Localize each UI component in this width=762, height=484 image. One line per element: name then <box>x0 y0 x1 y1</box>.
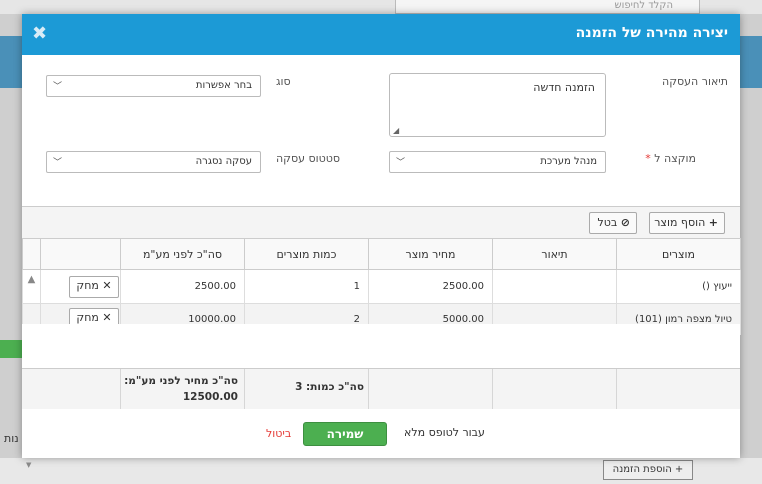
delete-row-label: מחק <box>76 278 99 292</box>
scroll-header-cell <box>22 238 41 270</box>
background-search-placeholder: הקלד לחיפוש <box>614 0 673 11</box>
deal-status-value: עסקה נסגרה <box>195 156 252 167</box>
chevron-down-icon: ﹀ <box>396 158 406 168</box>
delete-row-button[interactable]: ✕ מחק <box>69 275 119 298</box>
deal-status-label: סטטוס עסקה <box>276 152 341 165</box>
scroll-up-arrow-icon[interactable]: ▲ <box>22 269 41 304</box>
subtotal-header[interactable]: סה"כ לפני מע"מ <box>120 238 245 270</box>
description-header[interactable]: תיאור <box>492 238 617 270</box>
total-price-label: סה"כ מחיר לפני מע"מ: <box>124 375 238 387</box>
chevron-down-icon: ﹀ <box>53 82 63 92</box>
divider <box>492 369 493 409</box>
assigned-to-value: מנהל מערכת <box>540 156 597 167</box>
x-icon: ✕ <box>102 278 112 292</box>
cancel-link[interactable]: ביטול <box>266 427 291 440</box>
total-price-value: 12500.00 <box>182 391 238 403</box>
resize-grip-icon[interactable]: ◢ <box>393 126 399 135</box>
background-add-order-button[interactable]: + הוספת הזמנה <box>603 460 693 480</box>
grid-toolbar: + הוסף מוצר ⊘ בטל <box>22 207 740 238</box>
type-select-value: בחר אפשרות <box>195 80 252 91</box>
dialog-title: יצירה מהירה של הזמנה <box>575 25 728 41</box>
products-header[interactable]: מוצרים <box>616 238 741 270</box>
plus-icon: + <box>671 464 684 475</box>
cancel-toolbar-button[interactable]: ⊘ בטל <box>589 212 637 234</box>
quantity-header[interactable]: כמות מוצרים <box>244 238 369 270</box>
total-price: סה"כ מחיר לפני מע"מ: 12500.00 <box>120 373 238 405</box>
chevron-down-icon: ﹀ <box>53 158 63 168</box>
row-description[interactable] <box>492 269 617 304</box>
scroll-down-arrow-icon[interactable]: ▼ <box>26 461 31 469</box>
row-subtotal[interactable]: 2500.00 <box>120 269 245 304</box>
deal-status-select[interactable]: עסקה נסגרה ﹀ <box>46 151 261 173</box>
quick-create-order-dialog: יצירה מהירה של הזמנה ✖ תיאור העסקה הזמנה… <box>22 14 741 469</box>
deal-description-value: הזמנה חדשה <box>533 81 595 94</box>
background-green-button[interactable] <box>0 340 22 358</box>
row-actions-cell: ✕ מחק <box>40 269 121 304</box>
products-grid: + הוסף מוצר ⊘ בטל סה"כ לפני מע"מ כמות מו… <box>22 206 741 469</box>
products-table: סה"כ לפני מע"מ כמות מוצרים מחיר מוצר תיא… <box>22 238 741 335</box>
actions-header-cell <box>40 238 121 270</box>
full-form-link[interactable]: עבור לטופס מלא <box>404 426 485 439</box>
divider <box>616 369 617 409</box>
save-button[interactable]: שמירה <box>303 422 387 446</box>
table-header-row: סה"כ לפני מע"מ כמות מוצרים מחיר מוצר תיא… <box>22 238 741 270</box>
x-icon: ✕ <box>102 311 112 324</box>
background-search-input[interactable]: הקלד לחיפוש <box>395 0 700 14</box>
assigned-to-label-text: מוקצה ל <box>654 152 696 165</box>
add-product-button[interactable]: + הוסף מוצר <box>649 212 725 234</box>
assigned-to-label: מוקצה ל * <box>645 152 696 165</box>
table-row: ▲ ✕ מחק 2500.00 1 2500.00 ייעוץ () <box>22 269 741 304</box>
cancel-toolbar-label: בטל <box>597 216 618 229</box>
deal-description-field[interactable]: הזמנה חדשה ◢ <box>389 73 606 137</box>
add-product-label: הוסף מוצר <box>654 216 706 229</box>
plus-icon: + <box>708 216 718 229</box>
background-tab-label[interactable]: נות <box>4 432 19 445</box>
ban-icon: ⊘ <box>620 216 630 229</box>
deal-description-label: תיאור העסקה <box>662 75 728 88</box>
type-select[interactable]: בחר אפשרות ﹀ <box>46 75 261 97</box>
delete-row-label: מחק <box>76 311 99 324</box>
totals-row: סה"כ מחיר לפני מע"מ: 12500.00 סה"כ כמות:… <box>22 368 740 409</box>
row-quantity[interactable]: 1 <box>244 269 369 304</box>
row-price[interactable]: 2500.00 <box>368 269 493 304</box>
row-product[interactable]: ייעוץ () <box>616 269 741 304</box>
required-asterisk: * <box>645 152 651 165</box>
divider <box>368 369 369 409</box>
type-label: סוג <box>276 75 291 88</box>
grid-empty-area: ▼ <box>22 324 740 469</box>
close-icon[interactable]: ✖ <box>32 23 47 44</box>
background-panel-left <box>0 36 22 88</box>
background-panel-right <box>740 36 762 88</box>
divider <box>244 369 245 409</box>
dialog-header: יצירה מהירה של הזמנה ✖ <box>22 14 740 55</box>
assigned-to-select[interactable]: מנהל מערכת ﹀ <box>389 151 606 173</box>
total-quantity: סה"כ כמות: 3 <box>295 381 364 393</box>
add-order-label: הוספת הזמנה <box>612 464 672 475</box>
price-header[interactable]: מחיר מוצר <box>368 238 493 270</box>
